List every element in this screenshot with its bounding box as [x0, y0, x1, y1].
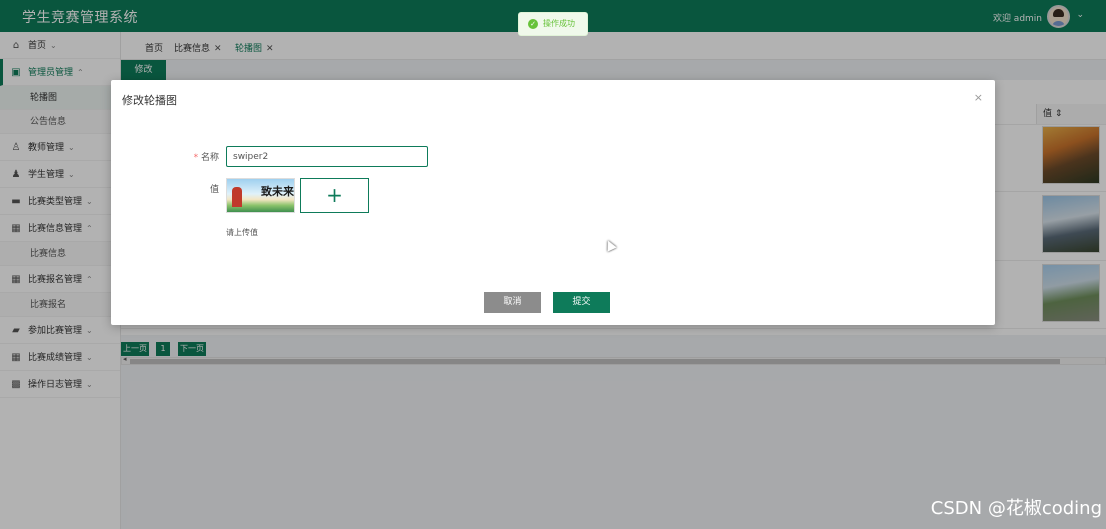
success-toast: ✓ 操作成功: [518, 12, 588, 36]
edit-carousel-dialog: 修改轮播图 × * 名称 值 致未来 + 请上传值 取消 提交: [111, 80, 995, 325]
check-circle-icon: ✓: [528, 19, 538, 29]
watermark: CSDN @花椒coding: [930, 498, 1102, 519]
submit-button[interactable]: 提交: [553, 292, 610, 313]
toast-text: 操作成功: [543, 19, 575, 28]
image-caption: 致未来: [261, 185, 294, 198]
value-label: 值: [209, 185, 219, 195]
plus-icon: +: [326, 183, 343, 207]
image-figure: [232, 187, 242, 207]
name-label: * 名称: [179, 150, 219, 163]
upload-hint: 请上传值: [226, 228, 258, 237]
close-icon[interactable]: ×: [974, 91, 983, 104]
cancel-button[interactable]: 取消: [484, 292, 541, 313]
required-mark: *: [193, 153, 199, 163]
upload-button[interactable]: +: [300, 178, 369, 213]
name-field[interactable]: [226, 146, 428, 167]
dialog-title: 修改轮播图: [122, 94, 177, 107]
name-label-text: 名称: [200, 153, 219, 163]
uploaded-image[interactable]: 致未来: [226, 178, 295, 213]
